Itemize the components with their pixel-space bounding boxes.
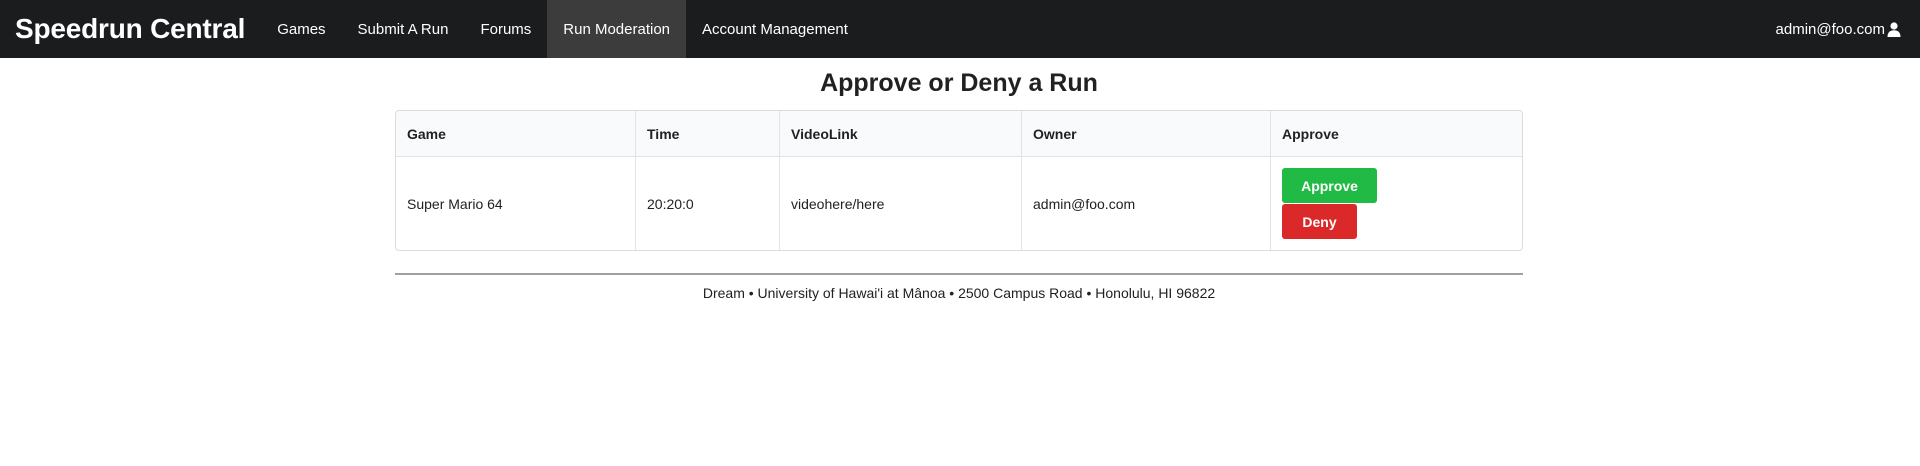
cell-time: 20:20:0: [635, 157, 779, 250]
footer-text: Dream • University of Hawai'i at Mânoa •…: [702, 285, 1216, 301]
nav-item-account-management[interactable]: Account Management: [686, 0, 864, 58]
table-header-row: Game Time VideoLink Owner Approve: [396, 111, 1522, 157]
main-content: Approve or Deny a Run Game Time VideoLin…: [395, 67, 1523, 301]
user-icon: [1887, 21, 1901, 37]
column-header-game: Game: [396, 111, 635, 157]
column-header-owner: Owner: [1021, 111, 1270, 157]
cell-owner: admin@foo.com: [1021, 157, 1270, 250]
nav-item-forums[interactable]: Forums: [464, 0, 547, 58]
cell-game: Super Mario 64: [407, 195, 503, 212]
user-email: admin@foo.com: [1775, 20, 1885, 38]
top-navbar: Speedrun Central Games Submit A Run Foru…: [0, 0, 1920, 58]
nav-item-submit-a-run[interactable]: Submit A Run: [342, 0, 465, 58]
cell-actions: Approve Deny: [1270, 157, 1522, 250]
brand-logo[interactable]: Speedrun Central: [15, 0, 261, 58]
column-header-videolink: VideoLink: [779, 111, 1021, 157]
table-row: Super Mario 64 20:20:0 videohere/here ad…: [396, 157, 1522, 250]
cell-video-link: videohere/here: [779, 157, 1021, 250]
runs-table: Game Time VideoLink Owner Approve Super …: [395, 110, 1523, 251]
column-header-approve: Approve: [1270, 111, 1522, 157]
column-header-time: Time: [635, 111, 779, 157]
page-title: Approve or Deny a Run: [820, 69, 1098, 97]
nav-item-games[interactable]: Games: [261, 0, 341, 58]
footer-divider: [395, 273, 1523, 275]
nav-item-run-moderation[interactable]: Run Moderation: [547, 0, 687, 58]
user-menu[interactable]: admin@foo.com: [1776, 0, 1901, 58]
deny-button[interactable]: Deny: [1282, 204, 1357, 239]
approve-button[interactable]: Approve: [1282, 168, 1377, 203]
